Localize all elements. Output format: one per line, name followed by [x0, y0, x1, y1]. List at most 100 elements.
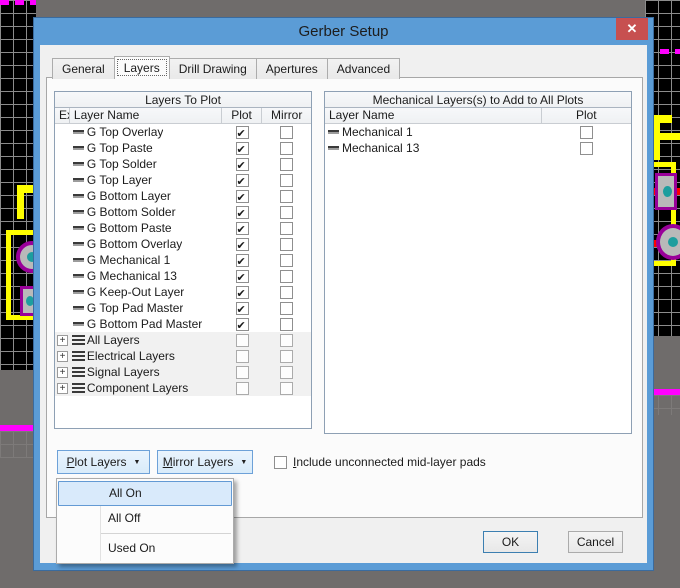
expand-plus-icon[interactable]: +: [57, 383, 68, 394]
plot-checkbox[interactable]: [236, 238, 249, 251]
layer-group-icon: [72, 367, 85, 377]
mirror-cell: [262, 220, 311, 236]
plot-checkbox[interactable]: [236, 350, 249, 363]
table-row[interactable]: G Top Layer: [55, 172, 311, 188]
expand-plus-icon[interactable]: +: [57, 351, 68, 362]
plot-cell: [222, 348, 263, 364]
mirror-checkbox[interactable]: [280, 334, 293, 347]
close-button[interactable]: ✕: [616, 18, 648, 40]
plot-checkbox[interactable]: [236, 142, 249, 155]
mirror-checkbox[interactable]: [280, 350, 293, 363]
dialog-titlebar[interactable]: Gerber Setup ✕: [34, 18, 653, 45]
expand-cell: [55, 316, 70, 332]
plot-layers-button[interactable]: Plot Layers ▼: [57, 450, 150, 474]
plot-checkbox[interactable]: [580, 142, 593, 155]
plot-checkbox[interactable]: [236, 254, 249, 267]
table-row[interactable]: Mechanical 1: [325, 124, 631, 140]
checkbox[interactable]: [274, 456, 287, 469]
layer-name-cell: G Top Pad Master: [70, 300, 222, 316]
mirror-cell: [262, 204, 311, 220]
layer-name: G Bottom Pad Master: [87, 316, 202, 332]
expand-cell: [55, 156, 70, 172]
plot-checkbox[interactable]: [236, 382, 249, 395]
column-header[interactable]: Layer Name: [70, 108, 222, 123]
plot-cell: [542, 140, 631, 156]
table-row[interactable]: G Top Paste: [55, 140, 311, 156]
column-header[interactable]: Mirror: [262, 108, 311, 123]
mirror-checkbox[interactable]: [280, 222, 293, 235]
cancel-button[interactable]: Cancel: [568, 531, 623, 553]
ok-button[interactable]: OK: [483, 531, 538, 553]
tab-general[interactable]: General: [52, 58, 115, 79]
mirror-checkbox[interactable]: [280, 174, 293, 187]
plot-checkbox[interactable]: [236, 318, 249, 331]
layer-name-cell: G Top Solder: [70, 156, 222, 172]
tab-advanced[interactable]: Advanced: [327, 58, 400, 79]
table-row[interactable]: G Top Pad Master: [55, 300, 311, 316]
tab-apertures[interactable]: Apertures: [256, 58, 328, 79]
table-row[interactable]: +All Layers: [55, 332, 311, 348]
table-row[interactable]: G Bottom Pad Master: [55, 316, 311, 332]
layer-name: G Bottom Solder: [87, 204, 176, 220]
include-mid-layer-pads-checkbox[interactable]: Include unconnected mid-layer pads: [274, 455, 486, 469]
table-row[interactable]: +Signal Layers: [55, 364, 311, 380]
mirror-checkbox[interactable]: [280, 382, 293, 395]
mirror-checkbox[interactable]: [280, 286, 293, 299]
table-row[interactable]: G Bottom Solder: [55, 204, 311, 220]
table-row[interactable]: G Mechanical 1: [55, 252, 311, 268]
mirror-checkbox[interactable]: [280, 142, 293, 155]
gerber-setup-dialog: Gerber Setup ✕ GeneralLayersDrill Drawin…: [33, 17, 654, 571]
plot-checkbox[interactable]: [236, 334, 249, 347]
mirror-layers-button[interactable]: Mirror Layers ▼: [157, 450, 253, 474]
table-row[interactable]: G Bottom Overlay: [55, 236, 311, 252]
menu-item-used-on[interactable]: Used On: [57, 536, 233, 561]
table-row[interactable]: G Bottom Layer: [55, 188, 311, 204]
mirror-checkbox[interactable]: [280, 238, 293, 251]
tab-drill-drawing[interactable]: Drill Drawing: [169, 58, 257, 79]
plot-checkbox[interactable]: [236, 302, 249, 315]
layer-icon: [73, 130, 84, 134]
plot-checkbox[interactable]: [580, 126, 593, 139]
mirror-cell: [262, 364, 311, 380]
layers-to-plot-table: Layers To Plot Ex...Layer NamePlotMirror…: [54, 91, 312, 429]
table-row[interactable]: G Top Overlay: [55, 124, 311, 140]
plot-checkbox[interactable]: [236, 174, 249, 187]
table-row[interactable]: G Bottom Paste: [55, 220, 311, 236]
mirror-checkbox[interactable]: [280, 206, 293, 219]
mirror-checkbox[interactable]: [280, 254, 293, 267]
column-header[interactable]: Ex...: [55, 108, 70, 123]
tab-strip: GeneralLayersDrill DrawingAperturesAdvan…: [52, 56, 399, 79]
plot-checkbox[interactable]: [236, 158, 249, 171]
plot-checkbox[interactable]: [236, 206, 249, 219]
mirror-checkbox[interactable]: [280, 318, 293, 331]
expand-plus-icon[interactable]: +: [57, 335, 68, 346]
plot-checkbox[interactable]: [236, 126, 249, 139]
menu-item-all-on[interactable]: All On: [58, 481, 232, 506]
plot-checkbox[interactable]: [236, 366, 249, 379]
mirror-checkbox[interactable]: [280, 158, 293, 171]
column-header[interactable]: Layer Name: [325, 108, 542, 123]
plot-checkbox[interactable]: [236, 270, 249, 283]
table-row[interactable]: G Top Solder: [55, 156, 311, 172]
table-row[interactable]: +Electrical Layers: [55, 348, 311, 364]
table-row[interactable]: +Component Layers: [55, 380, 311, 396]
mechanical-layers-title: Mechanical Layers(s) to Add to All Plots: [325, 92, 631, 108]
plot-checkbox[interactable]: [236, 222, 249, 235]
table-row[interactable]: G Mechanical 13: [55, 268, 311, 284]
mirror-checkbox[interactable]: [280, 126, 293, 139]
layer-group-icon: [72, 351, 85, 361]
plot-checkbox[interactable]: [236, 190, 249, 203]
column-header[interactable]: Plot: [222, 108, 263, 123]
mirror-checkbox[interactable]: [280, 190, 293, 203]
table-row[interactable]: Mechanical 13: [325, 140, 631, 156]
expand-plus-icon[interactable]: +: [57, 367, 68, 378]
menu-item-all-off[interactable]: All Off: [57, 506, 233, 531]
plot-checkbox[interactable]: [236, 286, 249, 299]
mirror-checkbox[interactable]: [280, 302, 293, 315]
table-row[interactable]: G Keep-Out Layer: [55, 284, 311, 300]
column-header[interactable]: Plot: [542, 108, 631, 123]
mirror-checkbox[interactable]: [280, 270, 293, 283]
mirror-checkbox[interactable]: [280, 366, 293, 379]
tab-layers[interactable]: Layers: [114, 56, 170, 79]
layer-icon: [73, 322, 84, 326]
